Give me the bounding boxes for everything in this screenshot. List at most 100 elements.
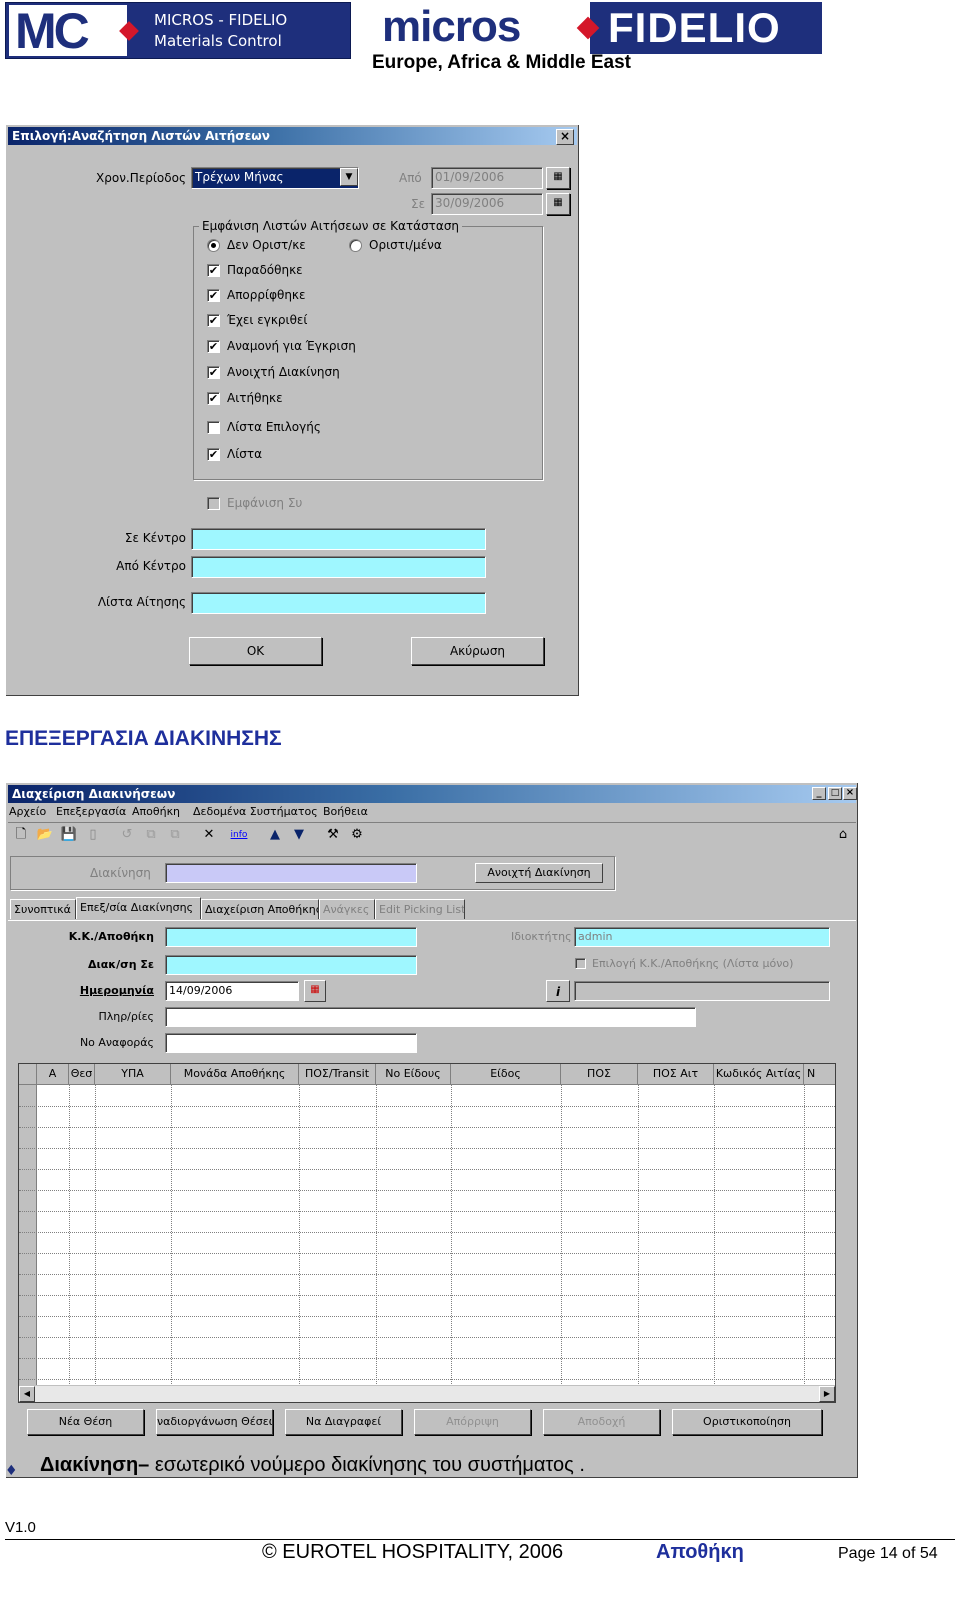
column-header[interactable]: A	[37, 1064, 69, 1085]
table-row[interactable]	[19, 1295, 835, 1296]
settings-icon[interactable]: ⚙	[346, 824, 368, 846]
table-row[interactable]	[19, 1379, 835, 1380]
column-header[interactable]: ΠΟΣ Αιτ	[638, 1064, 714, 1085]
horizontal-scrollbar[interactable]: ◀ ▶	[19, 1385, 835, 1402]
column-header[interactable]: ΠΟΣ/Transit	[299, 1064, 376, 1085]
tab-needs[interactable]: Ανάγκες	[319, 899, 375, 919]
from-center-field[interactable]	[191, 556, 486, 578]
cc-field[interactable]	[165, 927, 417, 947]
table-row[interactable]	[19, 1274, 835, 1275]
delete-icon[interactable]: ✕	[198, 824, 220, 846]
table-row[interactable]	[19, 1253, 835, 1254]
table-row[interactable]	[19, 1169, 835, 1170]
radio-finalized[interactable]	[349, 239, 362, 252]
column-header[interactable]: Μονάδα Αποθήκης	[171, 1064, 299, 1085]
status-checkbox[interactable]: ✔	[207, 289, 220, 302]
transfer-grid[interactable]: A Θεσ ΥΠΑ Μονάδα Αποθήκης ΠΟΣ/Transit Νο…	[18, 1063, 836, 1403]
table-row[interactable]	[19, 1358, 835, 1359]
chevron-down-icon[interactable]: ▼	[340, 168, 358, 186]
table-row[interactable]	[19, 1106, 835, 1107]
bullet-text: Διακίνηση– εσωτερικό νούμερο διακίνησης …	[40, 1454, 585, 1477]
menu-edit[interactable]: Επεξεργασία	[56, 805, 126, 819]
paste-icon[interactable]: ⧉	[164, 824, 186, 846]
status-checkbox[interactable]: ✔	[207, 392, 220, 405]
column-header[interactable]: Ν	[804, 1064, 835, 1085]
menu-file[interactable]: Αρχείο	[9, 805, 46, 819]
table-row[interactable]	[19, 1232, 835, 1233]
ref-field[interactable]	[165, 1033, 417, 1053]
calendar-icon[interactable]: ▦	[546, 193, 570, 215]
menu-help[interactable]: Βοήθεια	[323, 805, 368, 819]
column-header[interactable]: Κωδικός Αιτίας	[714, 1064, 804, 1085]
show-sum-checkbox[interactable]	[207, 497, 220, 510]
tab-summary[interactable]: Συνοπτικά	[10, 899, 76, 919]
status-checkbox[interactable]: ✔	[207, 314, 220, 327]
copy-icon[interactable]: ⧉	[140, 824, 162, 846]
column-header[interactable]: Είδος	[451, 1064, 561, 1085]
open-transfer-button[interactable]: Ανοιχτή Διακίνηση	[475, 863, 603, 883]
request-list-field[interactable]	[191, 592, 486, 614]
minimize-icon[interactable]: _	[812, 787, 826, 800]
cancel-button[interactable]: Ακύρωση	[411, 637, 544, 665]
date-field[interactable]: 14/09/2006	[165, 981, 299, 1001]
menu-warehouse[interactable]: Αποθήκη	[132, 805, 180, 819]
open-folder-icon[interactable]: 📂	[34, 824, 56, 846]
close-button[interactable]: ×	[556, 129, 574, 145]
tab-transfer-edit[interactable]: Επεξ/σία Διακίνησης	[76, 897, 201, 919]
undo-icon[interactable]: ↺	[116, 824, 138, 846]
close-icon[interactable]: ×	[843, 787, 857, 800]
ok-button[interactable]: OK	[189, 637, 322, 665]
info-button[interactable]: i	[546, 980, 570, 1002]
tools-icon[interactable]: ⚒	[322, 824, 344, 846]
table-row[interactable]	[19, 1337, 835, 1338]
tab-edit-picking-list[interactable]: Edit Picking List	[375, 899, 465, 919]
to-center-field[interactable]	[191, 528, 486, 550]
new-position-button[interactable]: Νέα Θέση	[27, 1409, 144, 1435]
accept-button[interactable]: Αποδοχή	[543, 1409, 660, 1435]
owner-field[interactable]: admin	[574, 927, 830, 947]
status-checkbox[interactable]: ✔	[207, 448, 220, 461]
table-row[interactable]	[19, 1316, 835, 1317]
notes-field[interactable]	[165, 1007, 696, 1027]
column-header[interactable]: Θεσ	[69, 1064, 95, 1085]
calendar-icon[interactable]: ▦	[546, 167, 570, 189]
arrow-up-icon[interactable]: ▲	[264, 824, 286, 846]
save-icon[interactable]: 💾	[58, 824, 80, 846]
menu-system-data[interactable]: Δεδομένα Συστήματος	[193, 805, 318, 819]
home-icon[interactable]: ⌂	[832, 824, 854, 846]
to-date-field[interactable]: 30/09/2006	[431, 193, 543, 215]
arrow-down-icon[interactable]: ▼	[288, 824, 310, 846]
info-icon[interactable]: info	[226, 824, 252, 846]
table-row[interactable]	[19, 1148, 835, 1149]
table-row[interactable]	[19, 1190, 835, 1191]
calendar-icon[interactable]: ▦	[304, 980, 326, 1002]
status-checkbox[interactable]	[207, 421, 220, 434]
table-row[interactable]	[19, 1211, 835, 1212]
select-cc-checkbox[interactable]	[575, 958, 586, 969]
status-checkbox[interactable]: ✔	[207, 264, 220, 277]
status-checkbox[interactable]: ✔	[207, 340, 220, 353]
radio-unfinalized[interactable]	[207, 239, 220, 252]
column-header[interactable]: ΥΠΑ	[95, 1064, 171, 1085]
reject-button[interactable]: Απόρριψη	[414, 1409, 531, 1435]
delete-button[interactable]: Να Διαγραφεί	[285, 1409, 402, 1435]
status-checkbox[interactable]: ✔	[207, 366, 220, 379]
new-document-icon[interactable]: 🗋	[10, 824, 32, 846]
rearrange-positions-button[interactable]: ναδιοργάνωση Θέσεω	[156, 1409, 273, 1435]
table-row[interactable]	[19, 1127, 835, 1128]
period-select[interactable]: Τρέχων Μήνας ▼	[191, 167, 359, 189]
maximize-icon[interactable]: □	[828, 787, 842, 800]
blank-icon[interactable]: ▯	[82, 824, 104, 846]
transfer-field[interactable]	[165, 863, 417, 883]
select-cc-label: Επιλογή Κ.Κ./Αποθήκης (Λίστα μόνο)	[592, 957, 794, 970]
from-date-field[interactable]: 01/09/2006	[431, 167, 543, 189]
transfer-to-field[interactable]	[165, 955, 417, 975]
info-field[interactable]	[574, 981, 830, 1001]
scroll-left-icon[interactable]: ◀	[19, 1386, 35, 1402]
finalize-button[interactable]: Οριστικοποίηση	[672, 1409, 822, 1435]
cc-label: Κ.Κ./Αποθήκη	[68, 930, 154, 943]
tab-warehouse-management[interactable]: Διαχείριση Αποθήκης	[201, 899, 319, 919]
scroll-right-icon[interactable]: ▶	[819, 1386, 835, 1402]
column-header[interactable]: ΠΟΣ	[561, 1064, 638, 1085]
column-header[interactable]: Νο Είδους	[376, 1064, 451, 1085]
